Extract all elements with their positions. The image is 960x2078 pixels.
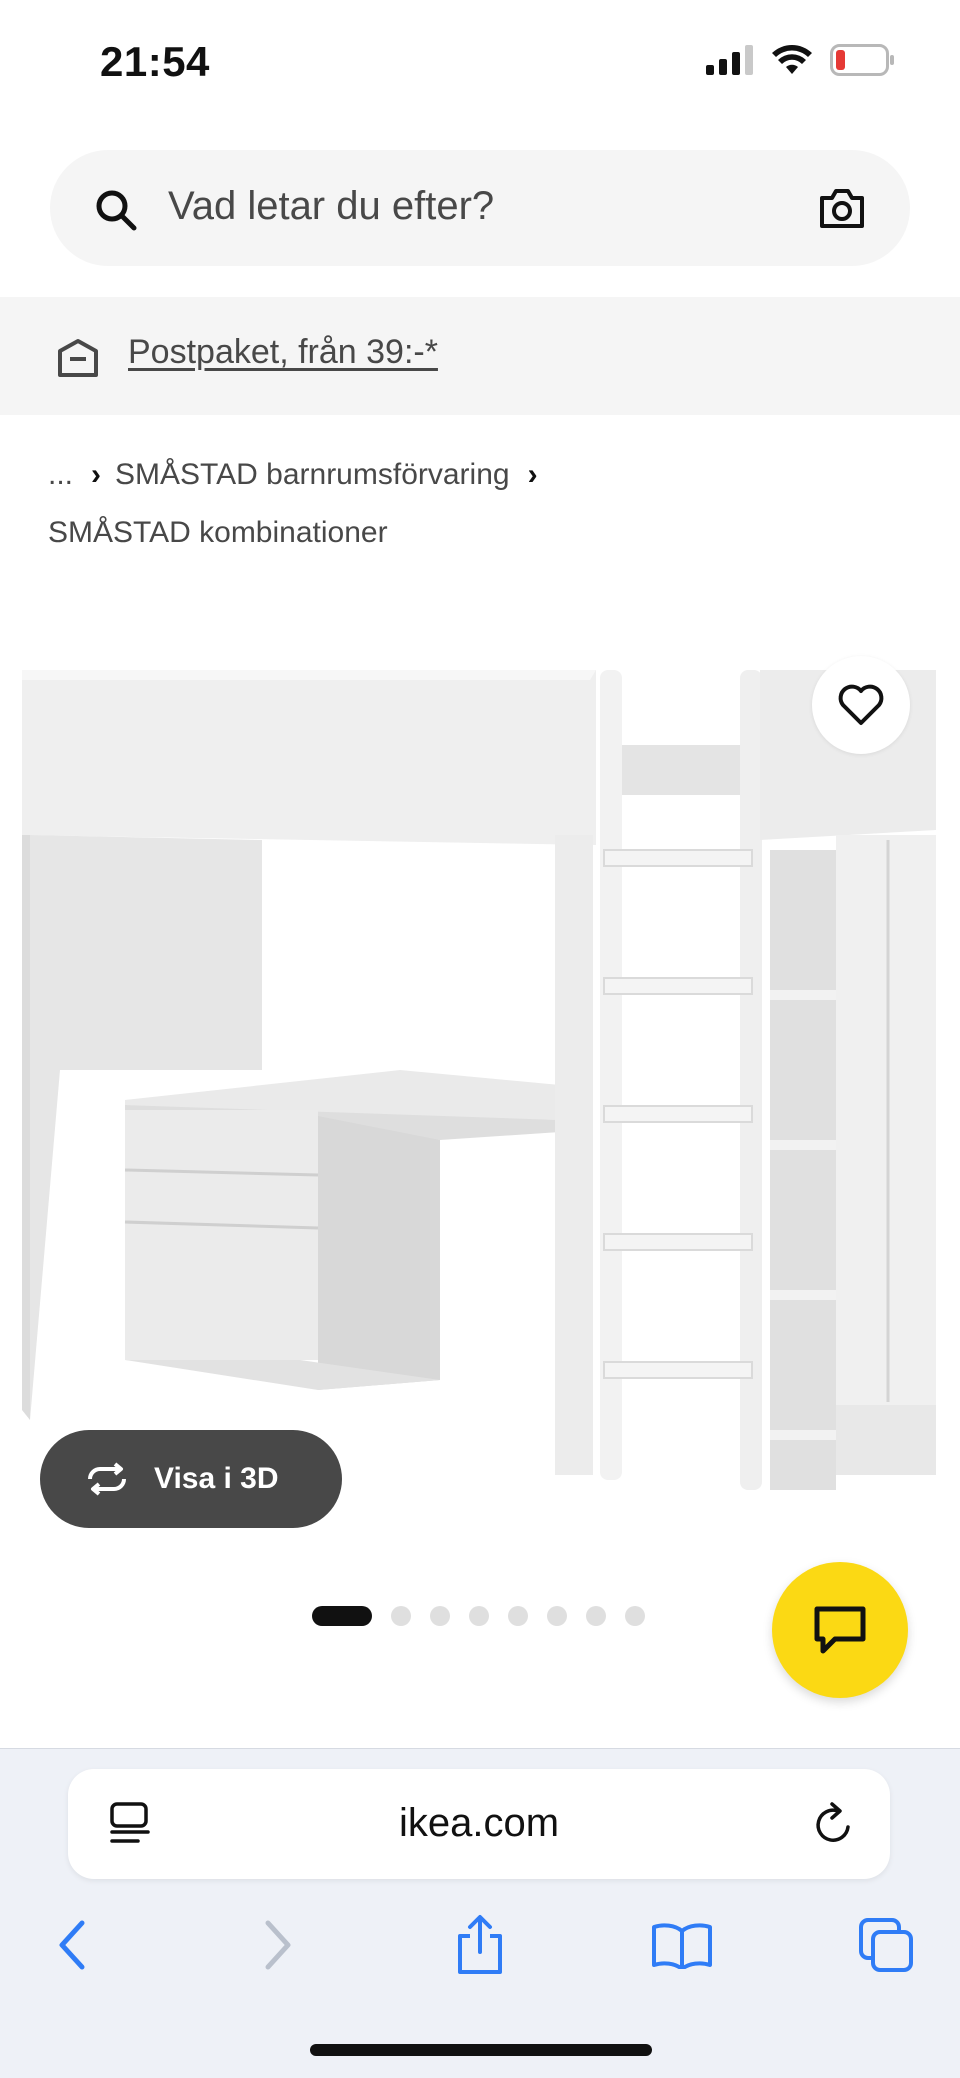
battery-icon bbox=[830, 44, 894, 76]
browser-toolbar: ikea.com bbox=[0, 1748, 960, 2078]
view-in-3d-label: Visa i 3D bbox=[154, 1462, 279, 1495]
carousel-dot[interactable] bbox=[391, 1606, 411, 1626]
breadcrumb-item[interactable]: SMÅSTAD barnrumsförvaring bbox=[115, 458, 510, 491]
tabs-button[interactable] bbox=[846, 1905, 926, 1985]
search-input[interactable]: Vad letar du efter? bbox=[168, 184, 494, 229]
url-text: ikea.com bbox=[398, 1801, 560, 1845]
breadcrumb-ellipsis[interactable]: ... bbox=[48, 458, 73, 491]
carousel-dot[interactable] bbox=[586, 1606, 606, 1626]
chevron-right-icon: › bbox=[527, 458, 538, 491]
reload-icon[interactable] bbox=[812, 1799, 856, 1847]
address-bar[interactable]: ikea.com bbox=[68, 1769, 890, 1879]
carousel-dot[interactable] bbox=[625, 1606, 645, 1626]
carousel-dot-active[interactable] bbox=[312, 1606, 372, 1626]
breadcrumb: ... › SMÅSTAD barnrumsförvaring › SMÅSTAD k… bbox=[48, 446, 928, 562]
product-image[interactable] bbox=[0, 640, 960, 1560]
parcel-box-icon bbox=[58, 339, 98, 377]
search-bar[interactable]: Vad letar du efter? bbox=[50, 150, 910, 266]
carousel-dot[interactable] bbox=[547, 1606, 567, 1626]
chat-bubble-icon bbox=[814, 1606, 866, 1654]
carousel-dot[interactable] bbox=[430, 1606, 450, 1626]
chevron-right-icon: › bbox=[91, 458, 102, 491]
browser-nav-row bbox=[0, 1905, 960, 1985]
status-bar: 21:54 bbox=[0, 0, 960, 130]
search-icon bbox=[96, 190, 137, 231]
rotate-3d-icon bbox=[88, 1462, 126, 1496]
open-book-icon bbox=[652, 1923, 712, 1969]
carousel-dot[interactable] bbox=[508, 1606, 528, 1626]
heart-icon bbox=[838, 684, 884, 725]
view-in-3d-button[interactable]: Visa i 3D bbox=[40, 1430, 342, 1528]
wifi-icon bbox=[772, 45, 812, 74]
breadcrumb-item[interactable]: SMÅSTAD kombinationer bbox=[48, 516, 388, 549]
back-button[interactable] bbox=[32, 1905, 112, 1985]
tabs-icon bbox=[859, 1918, 913, 1972]
home-indicator bbox=[310, 2044, 652, 2056]
chevron-right-icon bbox=[265, 1920, 291, 1970]
delivery-link[interactable]: Postpaket, från 39:-* bbox=[128, 333, 438, 372]
chevron-left-icon bbox=[59, 1920, 85, 1970]
delivery-banner: Postpaket, från 39:-* bbox=[0, 297, 960, 415]
status-time: 21:54 bbox=[100, 38, 210, 85]
forward-button[interactable] bbox=[238, 1905, 318, 1985]
share-button[interactable] bbox=[440, 1905, 520, 1985]
cellular-signal-icon bbox=[706, 45, 753, 75]
status-icons bbox=[706, 44, 896, 76]
favorite-button[interactable] bbox=[812, 656, 910, 754]
image-carousel-indicator bbox=[312, 1606, 645, 1626]
bookmarks-button[interactable] bbox=[642, 1905, 722, 1985]
carousel-dot[interactable] bbox=[469, 1606, 489, 1626]
chat-button[interactable] bbox=[772, 1562, 908, 1698]
camera-search-icon[interactable] bbox=[818, 186, 866, 230]
share-icon bbox=[458, 1915, 502, 1974]
